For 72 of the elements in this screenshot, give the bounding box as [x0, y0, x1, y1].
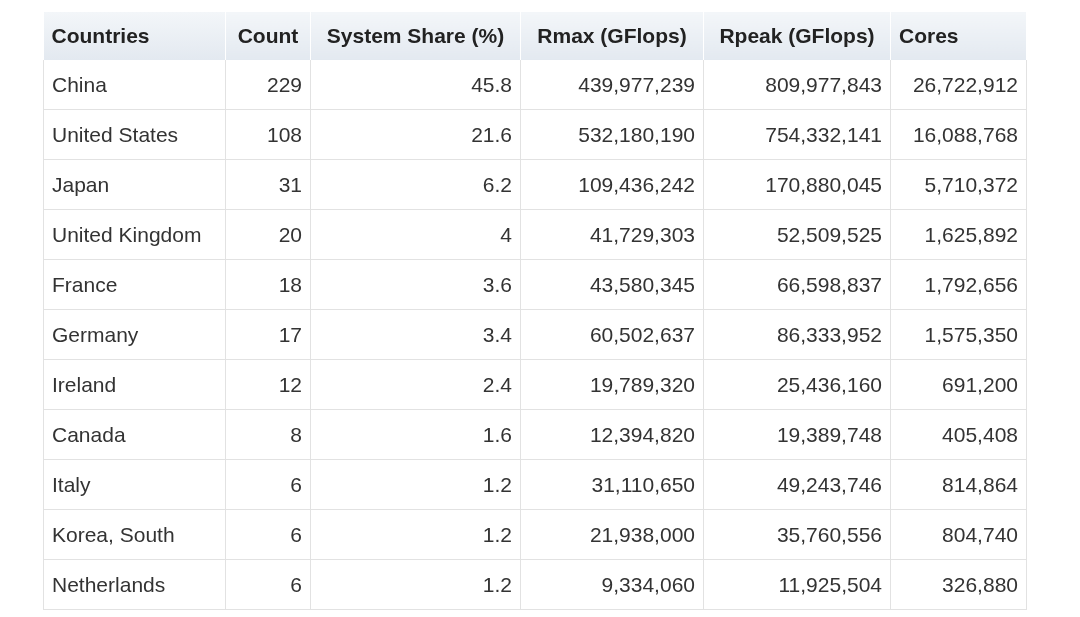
table-cell: 45.8 — [310, 60, 521, 110]
table-cell: 21.6 — [310, 109, 521, 160]
table-cell: 691,200 — [890, 359, 1027, 410]
table-cell: 532,180,190 — [520, 109, 704, 160]
table-cell: 19,389,748 — [703, 409, 891, 460]
table-cell: 16,088,768 — [890, 109, 1027, 160]
table-cell: 12 — [225, 359, 311, 410]
table-cell: 86,333,952 — [703, 309, 891, 360]
table-cell: 26,722,912 — [890, 60, 1027, 110]
table-cell: 5,710,372 — [890, 159, 1027, 210]
table-cell: 1.6 — [310, 409, 521, 460]
table-cell: 6 — [225, 559, 311, 610]
table-cell: 12,394,820 — [520, 409, 704, 460]
table-cell: 31 — [225, 159, 311, 210]
table-cell: 326,880 — [890, 559, 1027, 610]
table-cell: Germany — [43, 309, 226, 360]
column-header: Count — [225, 12, 311, 60]
table-cell: Canada — [43, 409, 226, 460]
table-cell: 6.2 — [310, 159, 521, 210]
table-cell: France — [43, 259, 226, 310]
table-cell: China — [43, 60, 226, 110]
table-cell: 31,110,650 — [520, 459, 704, 510]
column-header: Countries — [43, 12, 226, 60]
table-cell: 2.4 — [310, 359, 521, 410]
table-cell: 1.2 — [310, 459, 521, 510]
table-cell: 49,243,746 — [703, 459, 891, 510]
table-cell: 43,580,345 — [520, 259, 704, 310]
table-cell: 60,502,637 — [520, 309, 704, 360]
table-cell: 11,925,504 — [703, 559, 891, 610]
table-cell: 6 — [225, 459, 311, 510]
table-cell: 170,880,045 — [703, 159, 891, 210]
table-cell: 108 — [225, 109, 311, 160]
column-header: Rpeak (GFlops) — [703, 12, 891, 60]
table-cell: 6 — [225, 509, 311, 560]
table-cell: Netherlands — [43, 559, 226, 610]
table-cell: 4 — [310, 209, 521, 260]
table-cell: Korea, South — [43, 509, 226, 560]
table-cell: 18 — [225, 259, 311, 310]
table-cell: 17 — [225, 309, 311, 360]
table-cell: Ireland — [43, 359, 226, 410]
column-header: Cores — [890, 12, 1027, 60]
table-cell: 20 — [225, 209, 311, 260]
table-cell: 109,436,242 — [520, 159, 704, 210]
table-cell: 19,789,320 — [520, 359, 704, 410]
table-cell: 229 — [225, 60, 311, 110]
table-cell: 439,977,239 — [520, 60, 704, 110]
table-cell: 814,864 — [890, 459, 1027, 510]
table-cell: United Kingdom — [43, 209, 226, 260]
table-cell: 66,598,837 — [703, 259, 891, 310]
column-header: System Share (%) — [310, 12, 521, 60]
table-cell: 804,740 — [890, 509, 1027, 560]
table-cell: 405,408 — [890, 409, 1027, 460]
table-cell: Japan — [43, 159, 226, 210]
table-cell: 52,509,525 — [703, 209, 891, 260]
table-cell: 9,334,060 — [520, 559, 704, 610]
table-cell: 21,938,000 — [520, 509, 704, 560]
table-cell: 41,729,303 — [520, 209, 704, 260]
table-cell: 1.2 — [310, 559, 521, 610]
table-cell: 35,760,556 — [703, 509, 891, 560]
table-cell: 1,792,656 — [890, 259, 1027, 310]
table-cell: 754,332,141 — [703, 109, 891, 160]
table-cell: 3.4 — [310, 309, 521, 360]
table-cell: 25,436,160 — [703, 359, 891, 410]
column-header: Rmax (GFlops) — [520, 12, 704, 60]
table-cell: 1,625,892 — [890, 209, 1027, 260]
table-cell: United States — [43, 109, 226, 160]
table-cell: 809,977,843 — [703, 60, 891, 110]
table-cell: 8 — [225, 409, 311, 460]
table-cell: 1,575,350 — [890, 309, 1027, 360]
table-cell: Italy — [43, 459, 226, 510]
table-cell: 3.6 — [310, 259, 521, 310]
table-cell: 1.2 — [310, 509, 521, 560]
